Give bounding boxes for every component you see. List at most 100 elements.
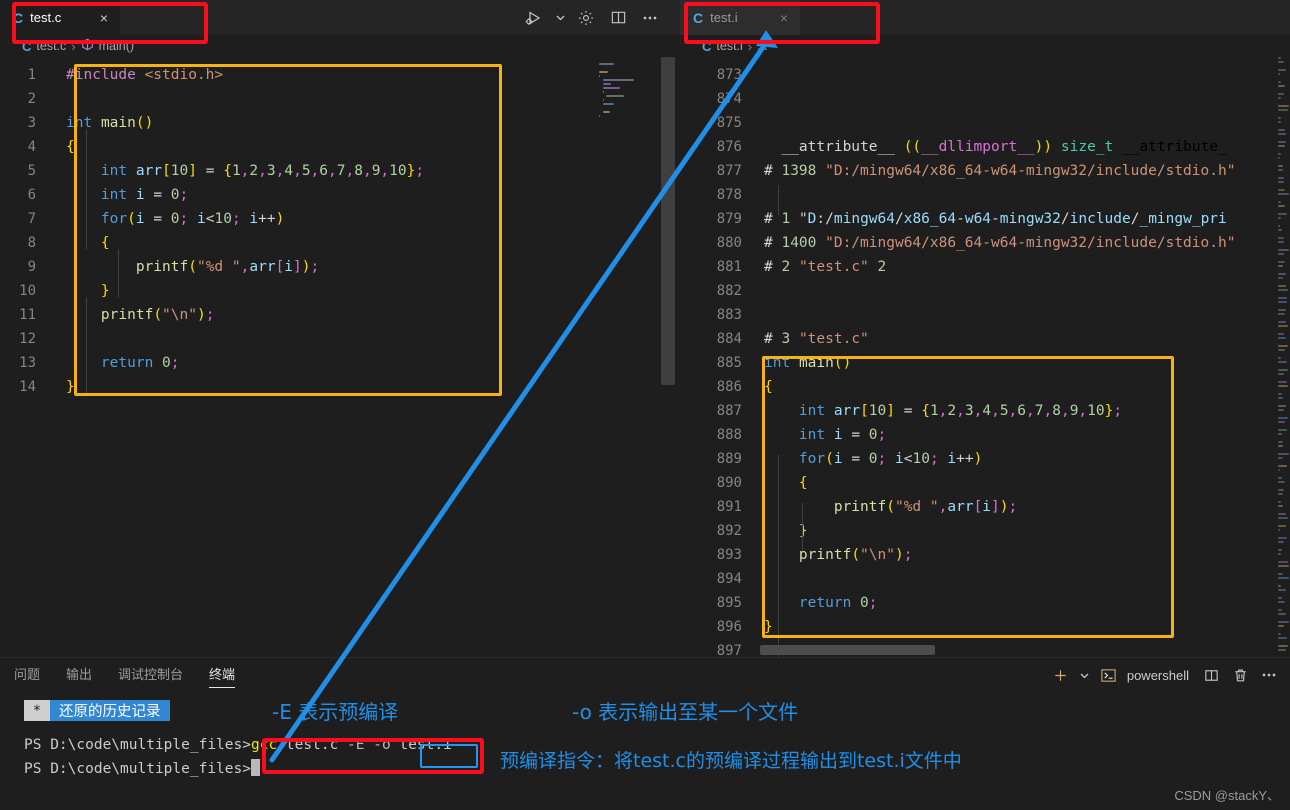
code-line: 877 # 1398 "D:/mingw64/x86_64-w64-mingw32…	[680, 159, 1290, 183]
panel-tab-2[interactable]: 调试控制台	[118, 664, 183, 688]
split-terminal-icon[interactable]	[1198, 662, 1224, 688]
restored-history-badge: * 还原的历史记录	[24, 700, 170, 721]
panel-more-actions-icon[interactable]	[1256, 662, 1282, 688]
line-number: 897	[680, 643, 754, 657]
code-line: 11 printf("\n");	[0, 303, 680, 327]
code-line: 879 # 1 "D:/mingw64/x86_64-w64-mingw32/in…	[680, 207, 1290, 231]
code-line: 890 {	[680, 471, 1290, 495]
split-editor-icon[interactable]	[604, 4, 632, 32]
code-text: printf("\n");	[754, 547, 1290, 563]
c-file-icon: C	[702, 39, 711, 54]
line-number: 879	[680, 211, 754, 227]
code-text: int i = 0;	[754, 427, 1290, 443]
line-number: 884	[680, 331, 754, 347]
code-line: 3 int main()	[0, 111, 680, 135]
code-text: {	[56, 139, 680, 155]
tab-label: test.i	[710, 10, 763, 25]
editor-right-horizontal-scrollbar[interactable]	[760, 645, 935, 655]
line-number: 886	[680, 379, 754, 395]
line-number: 881	[680, 259, 754, 275]
code-text: int arr[10] = {1,2,3,4,5,6,7,8,9,10};	[56, 163, 680, 179]
close-icon[interactable]: ×	[770, 11, 788, 25]
line-number: 11	[0, 307, 56, 323]
panel-tab-3[interactable]: 终端	[209, 664, 235, 688]
code-line: 8 {	[0, 231, 680, 255]
line-number: 3	[0, 115, 56, 131]
panel-tab-list: 问题 输出 调试控制台 终端	[14, 664, 235, 688]
terminal-current-prompt-line[interactable]: PS D:\code\multiple_files>	[24, 759, 260, 777]
line-number: 14	[0, 379, 56, 395]
code-line: 891 printf("%d ",arr[i]);	[680, 495, 1290, 519]
terminal-flag-E: -E	[347, 737, 364, 753]
terminal-cursor	[251, 759, 260, 776]
tab-test-c[interactable]: C test.c ×	[0, 0, 120, 35]
code-line: 883	[680, 303, 1290, 327]
line-number: 873	[680, 67, 754, 83]
breadcrumb-right: C test.i › ...	[680, 35, 1290, 57]
asterisk-icon: *	[24, 700, 50, 721]
line-number: 890	[680, 475, 754, 491]
trash-icon[interactable]	[1227, 662, 1253, 688]
terminal-output-file: test.i	[399, 737, 451, 753]
code-line: 2	[0, 87, 680, 111]
tab-test-i[interactable]: C test.i ×	[680, 0, 800, 35]
c-file-icon: C	[13, 10, 23, 26]
editor-test-c[interactable]: 1 #include <stdio.h> 2 3 int main() 4{5 int a…	[0, 57, 680, 657]
code-line: 10 }	[0, 279, 680, 303]
run-and-debug-icon[interactable]	[520, 4, 548, 32]
line-number: 7	[0, 211, 56, 227]
breadcrumb-symbol[interactable]: main()	[99, 39, 134, 53]
code-text: int i = 0;	[56, 187, 680, 203]
close-icon[interactable]: ×	[90, 11, 108, 25]
code-text: {	[56, 235, 680, 251]
panel-tab-0[interactable]: 问题	[14, 664, 40, 688]
editor-test-i[interactable]: 873 874 875 876 __attribute__ ((__dllimport…	[680, 57, 1290, 657]
breadcrumb-file[interactable]: test.i	[716, 39, 742, 53]
code-text: # 3 "test.c"	[754, 331, 1290, 347]
editor-toolbar	[520, 0, 680, 35]
code-line: 13 return 0;	[0, 351, 680, 375]
code-text: for(i = 0; i<10; i++)	[56, 211, 680, 227]
editor-group-right-tabbar: C test.i ×	[680, 0, 1290, 35]
line-number: 9	[0, 259, 56, 275]
code-text: int main()	[56, 115, 680, 131]
line-number: 889	[680, 451, 754, 467]
indent-guide	[802, 503, 803, 551]
code-line: 893 printf("\n");	[680, 543, 1290, 567]
settings-gear-icon[interactable]	[572, 4, 600, 32]
code-line: 896}	[680, 615, 1290, 639]
breadcrumb-symbol[interactable]: ...	[757, 39, 767, 53]
code-text: int arr[10] = {1,2,3,4,5,6,7,8,9,10};	[754, 403, 1290, 419]
line-number: 895	[680, 595, 754, 611]
indent-guide	[118, 249, 119, 297]
terminal-shell-name[interactable]: powershell	[1125, 668, 1195, 683]
code-line: 5 int arr[10] = {1,2,3,4,5,6,7,8,9,10};	[0, 159, 680, 183]
new-terminal-chevron-down-icon[interactable]	[1077, 662, 1093, 688]
code-line: 873	[680, 63, 1290, 87]
code-line: 889 for(i = 0; i<10; i++)	[680, 447, 1290, 471]
line-number: 10	[0, 283, 56, 299]
code-line: 886 {	[680, 375, 1290, 399]
terminal-command-line[interactable]: PS D:\code\multiple_files>gcc test.c -E …	[24, 737, 452, 753]
code-text: int main()	[754, 355, 1290, 371]
code-line: 884 # 3 "test.c"	[680, 327, 1290, 351]
code-text: }	[56, 379, 680, 395]
powershell-icon[interactable]	[1096, 662, 1122, 688]
editor-left-vertical-scrollbar[interactable]	[661, 57, 675, 385]
minimap-right[interactable]	[1277, 57, 1290, 657]
terminal-command-program: gcc	[251, 737, 277, 753]
code-text: # 1400 "D:/mingw64/x86_64-w64-mingw32/in…	[754, 235, 1290, 251]
new-terminal-icon[interactable]	[1048, 662, 1074, 688]
panel-divider	[0, 657, 1290, 658]
line-number: 883	[680, 307, 754, 323]
code-text: }	[754, 523, 1290, 539]
minimap-left[interactable]	[595, 57, 661, 657]
more-actions-icon[interactable]	[636, 4, 664, 32]
code-text: return 0;	[754, 595, 1290, 611]
code-line: 881 # 2 "test.c" 2	[680, 255, 1290, 279]
breadcrumb-file[interactable]: test.c	[36, 39, 66, 53]
chevron-down-icon[interactable]	[552, 4, 568, 32]
code-line: 887 int arr[10] = {1,2,3,4,5,6,7,8,9,10}…	[680, 399, 1290, 423]
panel-tab-1[interactable]: 输出	[66, 664, 92, 688]
code-text: }	[754, 619, 1290, 635]
